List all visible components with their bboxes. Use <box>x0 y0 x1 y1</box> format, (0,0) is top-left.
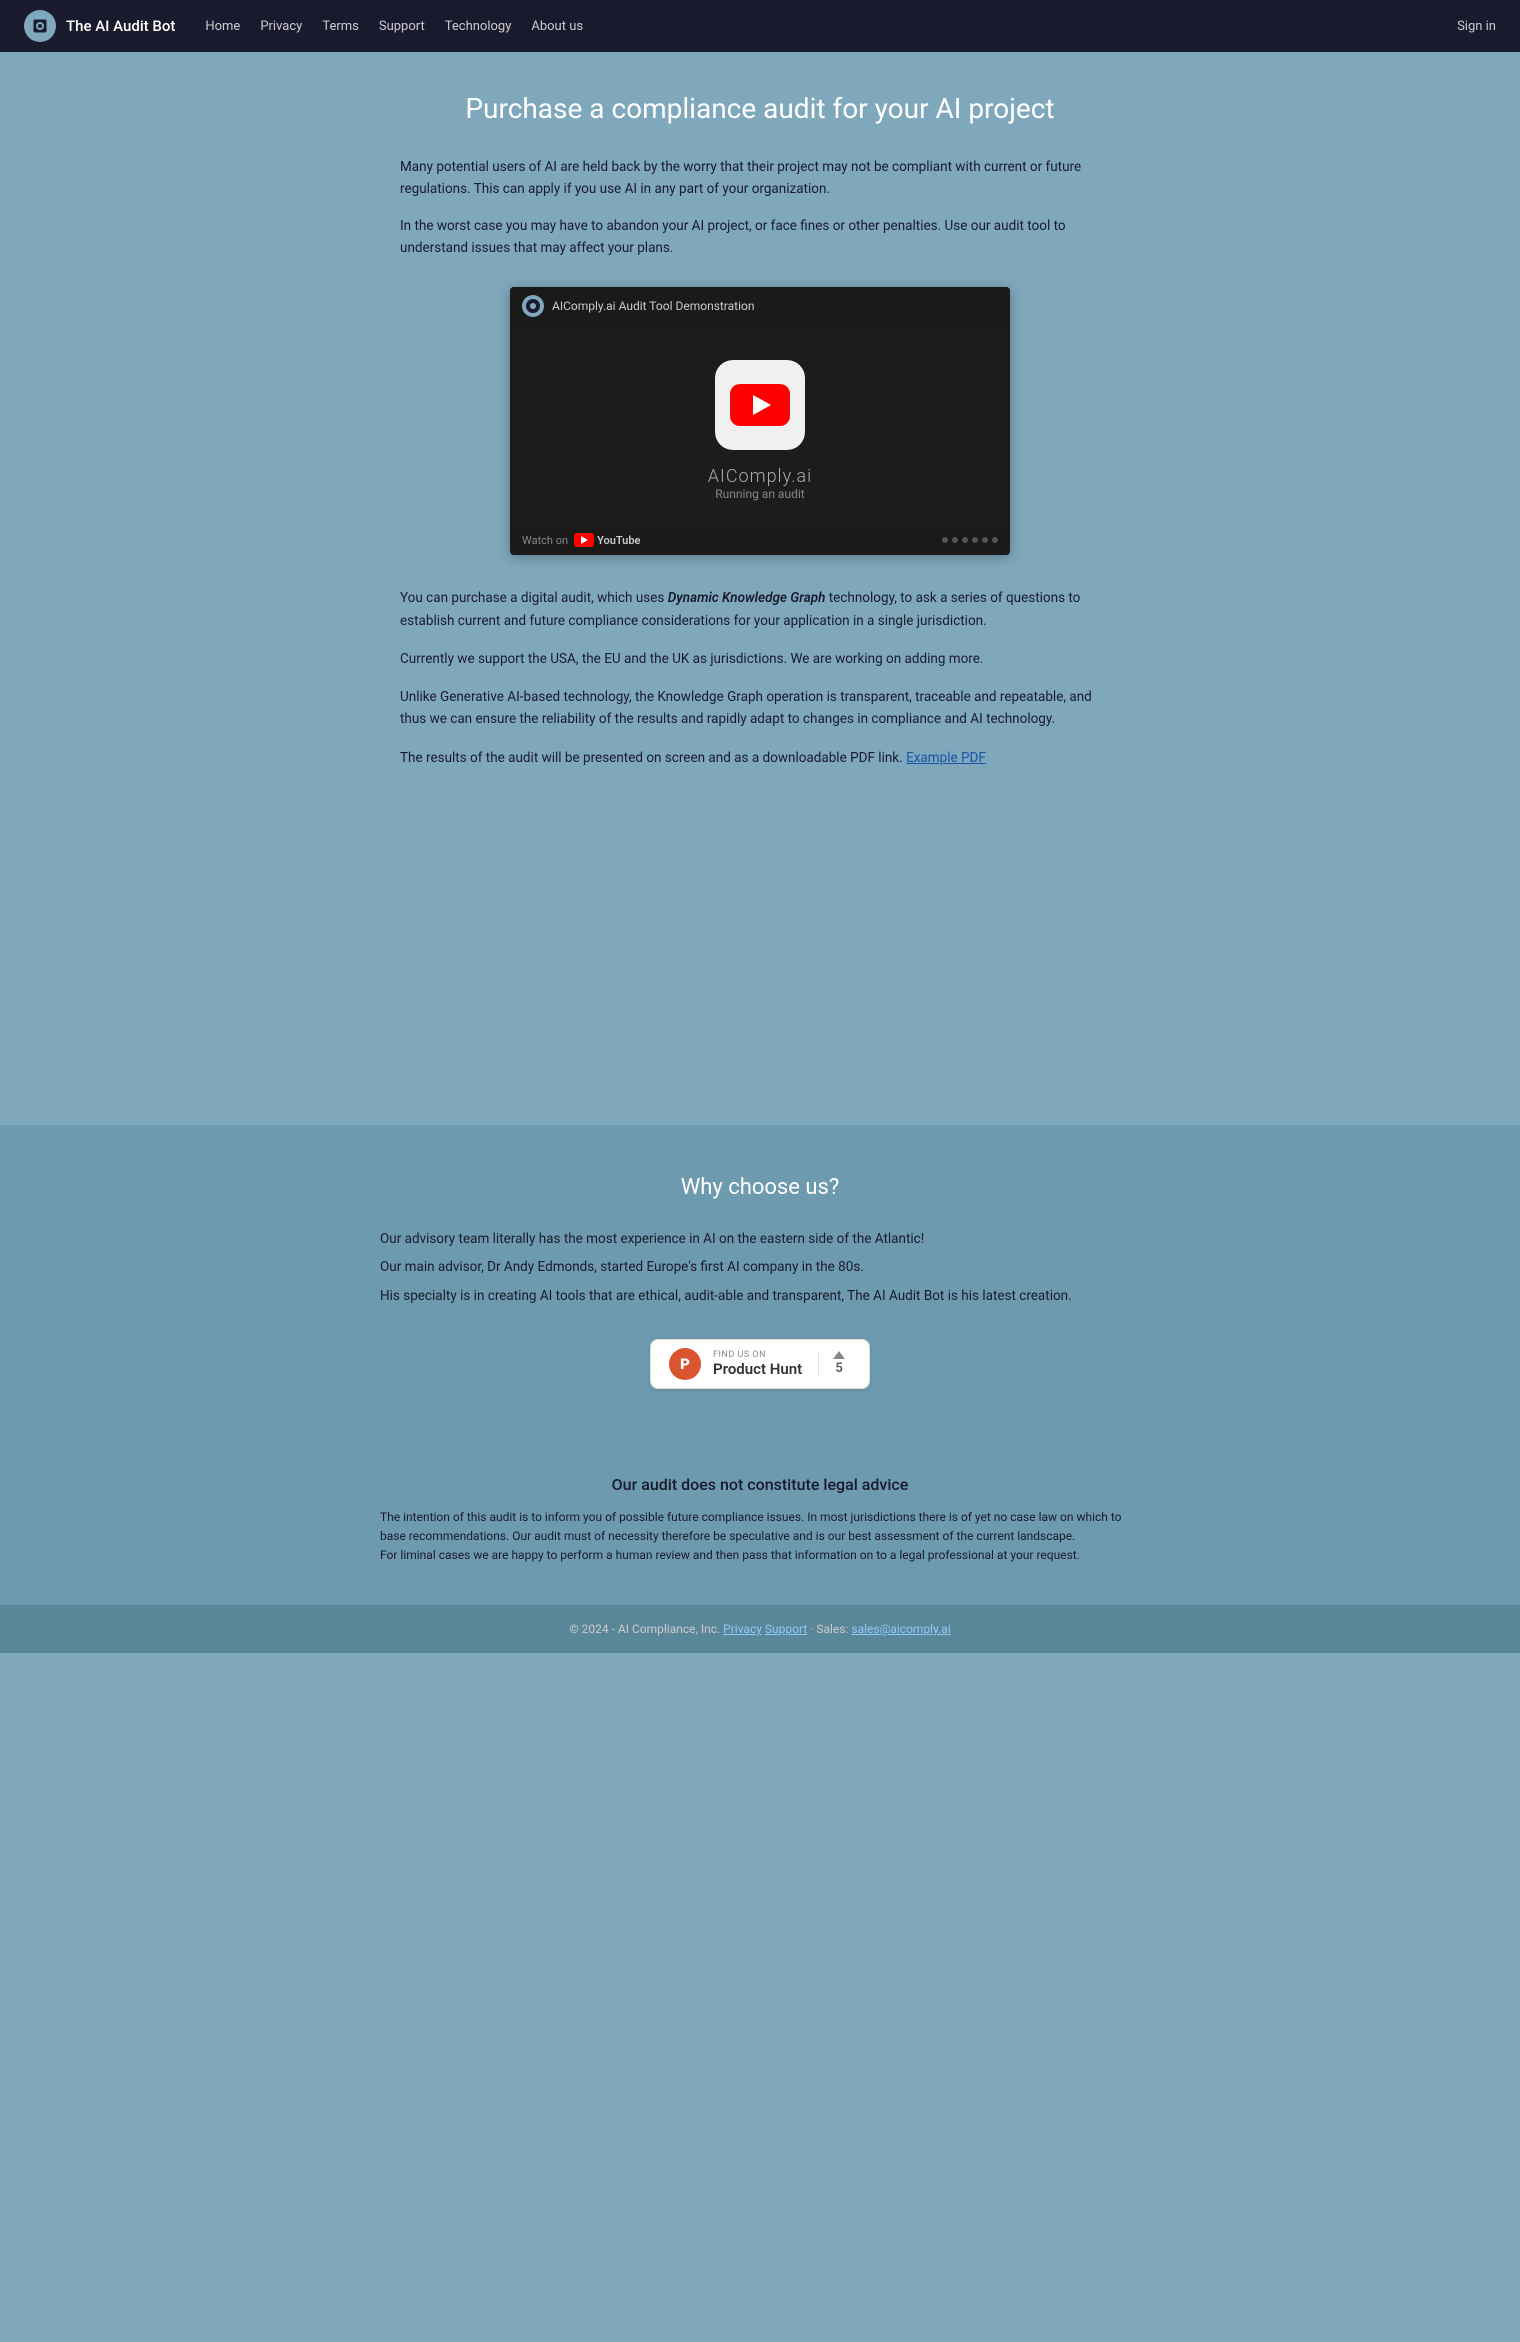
ctrl-dot-3 <box>962 537 968 543</box>
footer-privacy-link[interactable]: Privacy <box>723 1622 762 1636</box>
brand-title: The AI Audit Bot <box>66 17 175 35</box>
body-paragraph-2: Currently we support the USA, the EU and… <box>400 648 1120 670</box>
body-p4-pre: The results of the audit will be present… <box>400 750 906 766</box>
legal-section: Our audit does not constitute legal advi… <box>0 1455 1520 1606</box>
example-pdf-link[interactable]: Example PDF <box>906 750 986 766</box>
body-p1-em: Dynamic Knowledge Graph <box>668 590 826 606</box>
video-subtitle: Running an audit <box>715 487 804 501</box>
ctrl-dot-5 <box>982 537 988 543</box>
intro-paragraph-1: Many potential users of AI are held back… <box>400 157 1120 200</box>
footer-copyright: © 2024 - AI Compliance, Inc. <box>569 1622 720 1636</box>
play-triangle-icon <box>753 395 771 415</box>
footer-sales-pre: · Sales: <box>810 1622 851 1636</box>
navbar-links: Home Privacy Terms Support Technology Ab… <box>205 19 1457 34</box>
why-inner: Why choose us? Our advisory team literal… <box>380 1175 1140 1389</box>
legal-inner: Our audit does not constitute legal advi… <box>380 1475 1140 1566</box>
ctrl-dot-6 <box>992 537 998 543</box>
youtube-play-button[interactable] <box>715 360 805 450</box>
pricing-widget-area <box>400 785 1120 1065</box>
nav-terms[interactable]: Terms <box>322 19 359 34</box>
navbar: The AI Audit Bot Home Privacy Terms Supp… <box>0 0 1520 52</box>
why-line-1: Our advisory team literally has the most… <box>380 1228 1140 1250</box>
youtube-play-inner <box>730 384 790 426</box>
why-line-3: His specialty is in creating AI tools th… <box>380 1285 1140 1307</box>
main-content: Purchase a compliance audit for your AI … <box>380 52 1140 1125</box>
video-controls[interactable] <box>942 537 998 543</box>
footer: © 2024 - AI Compliance, Inc. Privacy Sup… <box>0 1605 1520 1653</box>
video-brand-text: AIComply.ai <box>708 466 812 487</box>
ctrl-dot-4 <box>972 537 978 543</box>
nav-privacy[interactable]: Privacy <box>260 19 302 34</box>
video-body[interactable]: AIComply.ai Running an audit <box>510 325 1010 525</box>
product-hunt-text-block: FIND US ON Product Hunt <box>713 1350 802 1378</box>
body-paragraph-4: The results of the audit will be present… <box>400 747 1120 769</box>
legal-text: The intention of this audit is to inform… <box>380 1508 1140 1566</box>
youtube-icon <box>574 533 594 547</box>
product-hunt-find-us-label: FIND US ON <box>713 1350 802 1360</box>
body-paragraph-1: You can purchase a digital audit, which … <box>400 587 1120 632</box>
legal-title: Our audit does not constitute legal advi… <box>380 1475 1140 1494</box>
signin-link[interactable]: Sign in <box>1457 19 1496 34</box>
product-hunt-badge[interactable]: P FIND US ON Product Hunt 5 <box>650 1339 870 1389</box>
why-choose-us-section: Why choose us? Our advisory team literal… <box>0 1125 1520 1455</box>
footer-text: © 2024 - AI Compliance, Inc. Privacy Sup… <box>569 1622 951 1636</box>
nav-support[interactable]: Support <box>379 19 425 34</box>
watch-on-label: Watch on <box>522 534 568 547</box>
intro-paragraph-2: In the worst case you may have to abando… <box>400 216 1120 259</box>
product-hunt-score-number: 5 <box>835 1361 842 1376</box>
body-paragraph-3: Unlike Generative AI-based technology, t… <box>400 686 1120 731</box>
youtube-label: YouTube <box>597 534 640 547</box>
product-hunt-logo-icon: P <box>669 1348 701 1380</box>
footer-support-link[interactable]: Support <box>765 1622 807 1636</box>
why-title: Why choose us? <box>380 1175 1140 1200</box>
watch-on-youtube: Watch on YouTube <box>522 533 640 547</box>
product-hunt-badge-container: P FIND US ON Product Hunt 5 <box>380 1339 1140 1389</box>
ctrl-dot-2 <box>952 537 958 543</box>
nav-about[interactable]: About us <box>531 19 583 34</box>
brand-logo-icon <box>24 10 56 42</box>
youtube-logo: YouTube <box>574 533 640 547</box>
product-hunt-name: Product Hunt <box>713 1360 802 1378</box>
nav-technology[interactable]: Technology <box>445 19 512 34</box>
navbar-brand: The AI Audit Bot <box>24 10 175 42</box>
body-p1-text: You can purchase a digital audit, which … <box>400 590 668 606</box>
page-title: Purchase a compliance audit for your AI … <box>400 92 1120 125</box>
video-header-logo-icon <box>522 295 544 317</box>
why-line-2: Our main advisor, Dr Andy Edmonds, start… <box>380 1256 1140 1278</box>
product-hunt-upvote-icon <box>833 1351 845 1359</box>
nav-home[interactable]: Home <box>205 19 240 34</box>
footer-sales-email[interactable]: sales@aicomply.ai <box>851 1622 950 1636</box>
video-footer: Watch on YouTube <box>510 525 1010 555</box>
video-header: AIComply.ai Audit Tool Demonstration <box>510 287 1010 325</box>
video-embed[interactable]: AIComply.ai Audit Tool Demonstration AIC… <box>510 287 1010 555</box>
product-hunt-score: 5 <box>818 1351 845 1376</box>
video-header-title: AIComply.ai Audit Tool Demonstration <box>552 299 754 313</box>
youtube-play-icon <box>581 536 588 544</box>
ctrl-dot-1 <box>942 537 948 543</box>
